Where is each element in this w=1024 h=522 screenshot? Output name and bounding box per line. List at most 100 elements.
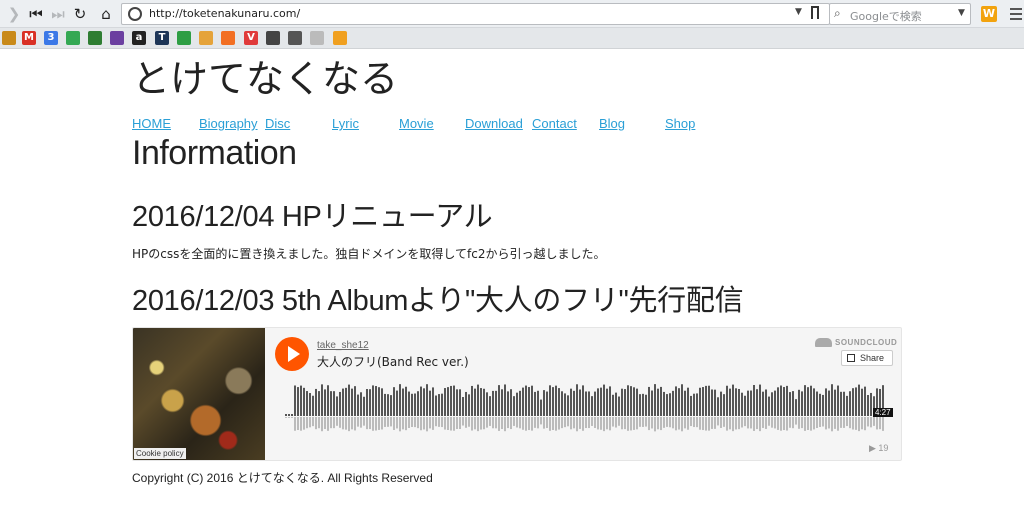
page-icon[interactable] bbox=[310, 31, 324, 45]
search-bar[interactable]: ⌕ Googleで検索 ▼ bbox=[829, 3, 971, 25]
amazon-icon[interactable]: a bbox=[132, 31, 146, 45]
back-icon[interactable]: ❯ bbox=[4, 4, 24, 24]
bookmark-icon[interactable] bbox=[811, 6, 819, 19]
waveform-bar bbox=[804, 385, 806, 416]
waveform-reflection bbox=[402, 417, 404, 430]
waveform-bar bbox=[435, 395, 437, 416]
waveform-reflection bbox=[426, 417, 428, 432]
waveform-reflection bbox=[810, 417, 812, 431]
home-icon[interactable]: ⌂ bbox=[96, 4, 116, 24]
waveform-bar bbox=[849, 391, 851, 416]
gmail-icon[interactable]: M bbox=[22, 31, 36, 45]
waveform-reflection bbox=[357, 417, 359, 427]
soundcloud-brand[interactable]: SOUNDCLOUD bbox=[835, 338, 897, 347]
browser-toolbar: ❯ ⏮ ⏭ ↻ ⌂ http://toketenakunaru.com/ ▼ ⌕… bbox=[0, 0, 1024, 28]
reload-icon[interactable]: ↻ bbox=[70, 4, 90, 24]
nav-lyric[interactable]: Lyric bbox=[332, 116, 359, 131]
search-engine-dropdown-icon[interactable]: ▼ bbox=[958, 8, 965, 18]
waveform-bar bbox=[348, 384, 350, 416]
soundcloud-icon[interactable] bbox=[221, 31, 235, 45]
waveform-reflection bbox=[609, 417, 611, 431]
waveform-bar bbox=[789, 392, 791, 416]
search-input[interactable]: Googleで検索 bbox=[850, 8, 922, 24]
soundcloud-logo-icon[interactable] bbox=[815, 338, 832, 347]
sushi-icon[interactable] bbox=[2, 31, 16, 45]
nav-blog[interactable]: Blog bbox=[599, 116, 625, 131]
waveform-reflection bbox=[306, 417, 308, 429]
waveform-reflection bbox=[720, 417, 722, 428]
cookie-policy-link[interactable]: Cookie policy bbox=[134, 448, 186, 459]
waveform-reflection bbox=[672, 417, 674, 429]
waveform-bar bbox=[537, 390, 539, 416]
chart-icon[interactable] bbox=[333, 31, 347, 45]
check-icon[interactable] bbox=[199, 31, 213, 45]
nav-home[interactable]: HOME bbox=[132, 116, 171, 131]
waveform-reflection bbox=[693, 417, 695, 428]
waveform-reflection bbox=[657, 417, 659, 430]
maps-icon[interactable] bbox=[66, 31, 80, 45]
nav-disc[interactable]: Disc bbox=[265, 116, 290, 131]
waveform-bar bbox=[825, 388, 827, 416]
nav-biography[interactable]: Biography bbox=[199, 116, 258, 131]
extension-w-icon[interactable]: W bbox=[981, 6, 997, 22]
skip-back-icon[interactable]: ⏮ bbox=[26, 4, 46, 24]
waveform-bar bbox=[702, 387, 704, 416]
waveform-bar bbox=[522, 387, 524, 416]
chevron-down-icon[interactable]: ▼ bbox=[795, 7, 802, 17]
waveform-reflection bbox=[399, 417, 401, 432]
tool-icon[interactable] bbox=[88, 31, 102, 45]
nav-contact[interactable]: Contact bbox=[532, 116, 577, 131]
waveform-reflection bbox=[705, 417, 707, 431]
t-icon[interactable]: T bbox=[155, 31, 169, 45]
waveform-reflection bbox=[537, 417, 539, 429]
waveform-reflection bbox=[375, 417, 377, 431]
waveform-reflection bbox=[822, 417, 824, 427]
waveform-reflection bbox=[435, 417, 437, 427]
waveform-reflection bbox=[489, 417, 491, 426]
waveform-reflection bbox=[363, 417, 365, 426]
play-button[interactable] bbox=[275, 337, 309, 371]
waveform-reflection bbox=[780, 417, 782, 431]
waveform-bar bbox=[294, 385, 296, 416]
waveform-reflection bbox=[549, 417, 551, 431]
waveform-bar bbox=[426, 384, 428, 416]
share-button[interactable]: Share bbox=[841, 350, 893, 366]
skip-forward-icon[interactable]: ⏭ bbox=[48, 4, 68, 24]
nav-movie[interactable]: Movie bbox=[399, 116, 434, 131]
waveform-reflection bbox=[354, 417, 356, 431]
waveform-bar bbox=[495, 390, 497, 416]
nav-download[interactable]: Download bbox=[465, 116, 523, 131]
stats-icon[interactable] bbox=[177, 31, 191, 45]
track-artwork[interactable] bbox=[133, 328, 265, 460]
menu-icon[interactable] bbox=[1010, 8, 1022, 23]
url-bar[interactable]: http://toketenakunaru.com/ ▼ bbox=[121, 3, 830, 25]
bookmark-o-icon[interactable] bbox=[110, 31, 124, 45]
waveform-bar bbox=[477, 384, 479, 416]
cow-icon[interactable] bbox=[288, 31, 302, 45]
waveform-reflection bbox=[456, 417, 458, 429]
info-icon[interactable] bbox=[266, 31, 280, 45]
waveform-reflection bbox=[636, 417, 638, 430]
waveform-bar bbox=[555, 385, 557, 416]
waveform-reflection bbox=[474, 417, 476, 430]
waveform[interactable] bbox=[275, 384, 891, 434]
waveform-bar bbox=[573, 390, 575, 416]
waveform-bar bbox=[489, 396, 491, 416]
waveform-bar bbox=[480, 388, 482, 416]
url-text[interactable]: http://toketenakunaru.com/ bbox=[149, 7, 300, 20]
waveform-bar bbox=[717, 397, 719, 416]
track-user[interactable]: take_she12 bbox=[317, 340, 369, 351]
waveform-reflection bbox=[840, 417, 842, 428]
waveform-reflection bbox=[846, 417, 848, 427]
waveform-reflection bbox=[864, 417, 866, 431]
waveform-bar bbox=[786, 385, 788, 416]
waveform-bar bbox=[621, 388, 623, 416]
waveform-bar bbox=[510, 389, 512, 416]
track-title[interactable]: 大人のフリ(Band Rec ver.) bbox=[317, 353, 469, 370]
vivaldi-icon[interactable]: V bbox=[244, 31, 258, 45]
waveform-reflection bbox=[870, 417, 872, 428]
waveform-bar bbox=[699, 387, 701, 416]
nav-shop[interactable]: Shop bbox=[665, 116, 695, 131]
waveform-bar bbox=[684, 390, 686, 416]
calendar-icon[interactable]: 3 bbox=[44, 31, 58, 45]
